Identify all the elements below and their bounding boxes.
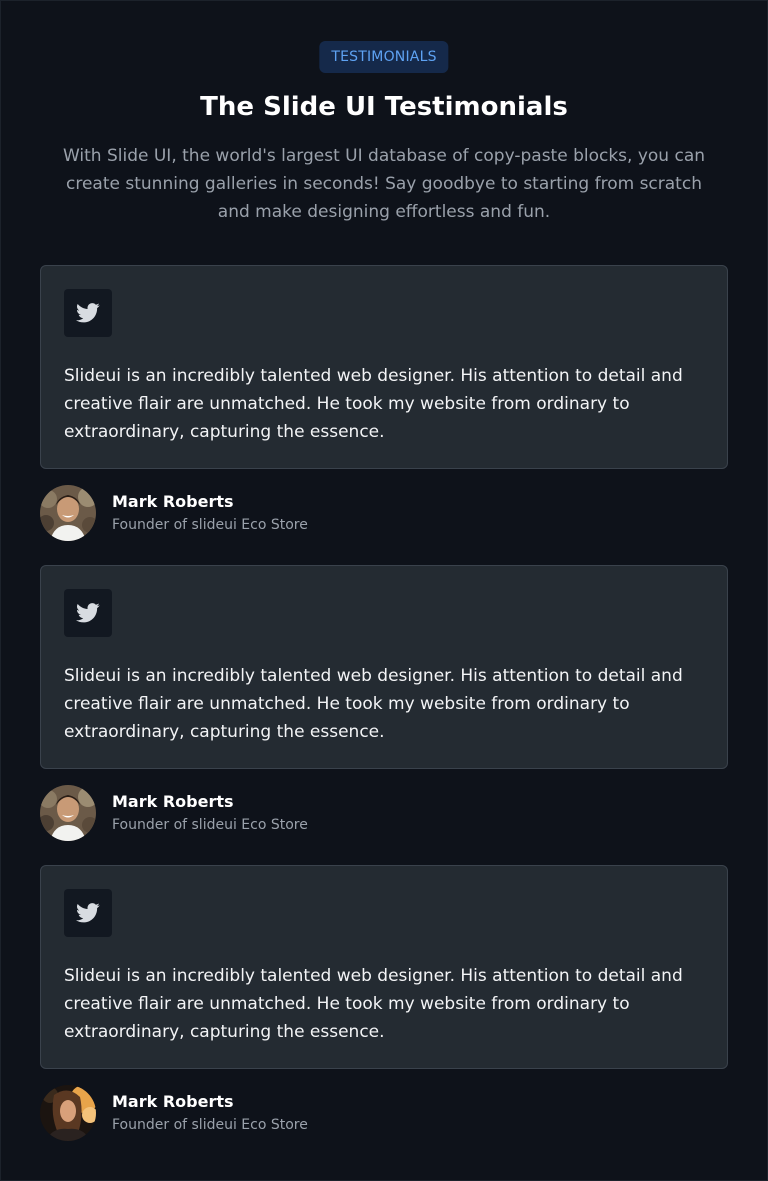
author-role: Founder of slideui Eco Store [112, 817, 308, 833]
testimonial-card: Slideui is an incredibly talented web de… [40, 265, 728, 469]
author-role: Founder of slideui Eco Store [112, 517, 308, 533]
testimonial-quote: Slideui is an incredibly talented web de… [64, 666, 683, 742]
author-name: Mark Roberts [112, 1092, 234, 1111]
twitter-icon[interactable] [64, 289, 112, 337]
testimonial-author: Mark Roberts Founder of slideui Eco Stor… [40, 485, 728, 541]
testimonial-card: Slideui is an incredibly talented web de… [40, 565, 728, 769]
testimonial-author: Mark Roberts Founder of slideui Eco Stor… [40, 1085, 728, 1141]
testimonial-card: Slideui is an incredibly talented web de… [40, 865, 728, 1069]
twitter-icon[interactable] [64, 889, 112, 937]
page-subtitle: With Slide UI, the world's largest UI da… [62, 146, 706, 222]
avatar [40, 1085, 96, 1141]
author-name: Mark Roberts [112, 492, 234, 511]
author-role: Founder of slideui Eco Store [112, 1117, 308, 1133]
section-badge: TESTIMONIALS [319, 41, 449, 73]
twitter-icon[interactable] [64, 589, 112, 637]
testimonial-item: Slideui is an incredibly talented web de… [40, 265, 728, 541]
avatar [40, 485, 96, 541]
page-title: The Slide UI Testimonials [200, 92, 568, 122]
testimonial-item: Slideui is an incredibly talented web de… [40, 565, 728, 841]
author-name: Mark Roberts [112, 792, 234, 811]
avatar [40, 785, 96, 841]
testimonial-author: Mark Roberts Founder of slideui Eco Stor… [40, 785, 728, 841]
testimonial-quote: Slideui is an incredibly talented web de… [64, 366, 683, 442]
testimonial-quote: Slideui is an incredibly talented web de… [64, 966, 683, 1042]
testimonial-item: Slideui is an incredibly talented web de… [40, 865, 728, 1141]
